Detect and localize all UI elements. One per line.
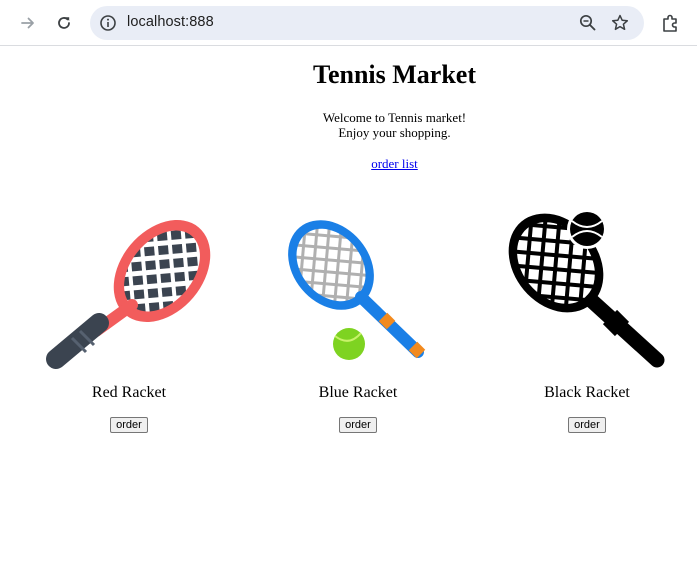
- order-list-container: order list: [0, 156, 697, 172]
- browser-toolbar: localhost:888: [0, 0, 697, 46]
- extensions-icon[interactable]: [660, 12, 682, 34]
- order-button[interactable]: order: [568, 417, 606, 433]
- product-card: Blue Racket order: [263, 205, 453, 433]
- welcome-line-2: Enjoy your shopping.: [338, 125, 451, 140]
- black-racket-icon[interactable]: [492, 205, 682, 375]
- product-card: Red Racket order: [34, 205, 224, 433]
- red-racket-icon[interactable]: [34, 205, 224, 375]
- info-icon: [100, 15, 116, 31]
- reload-button[interactable]: [49, 8, 79, 38]
- product-name: Red Racket: [91, 384, 167, 401]
- order-button[interactable]: order: [110, 417, 148, 433]
- address-bar[interactable]: localhost:888: [90, 6, 644, 40]
- order-button[interactable]: order: [339, 417, 377, 433]
- blue-racket-icon[interactable]: [263, 205, 453, 375]
- welcome-message: Welcome to Tennis market! Enjoy your sho…: [0, 110, 697, 140]
- page-title: Tennis Market: [313, 60, 476, 89]
- star-icon[interactable]: [610, 13, 630, 33]
- reload-icon: [58, 17, 70, 29]
- product-card: Black Racket order: [492, 205, 682, 433]
- product-name: Black Racket: [544, 384, 630, 401]
- zoom-icon[interactable]: [578, 13, 598, 33]
- order-list-link[interactable]: order list: [371, 156, 418, 171]
- welcome-line-1: Welcome to Tennis market!: [322, 110, 467, 125]
- product-name: Blue Racket: [318, 384, 398, 401]
- arrow-forward-icon: [21, 17, 34, 29]
- site-info-button[interactable]: [98, 13, 118, 33]
- forward-button[interactable]: [13, 8, 43, 38]
- url-text[interactable]: localhost:888: [127, 14, 214, 30]
